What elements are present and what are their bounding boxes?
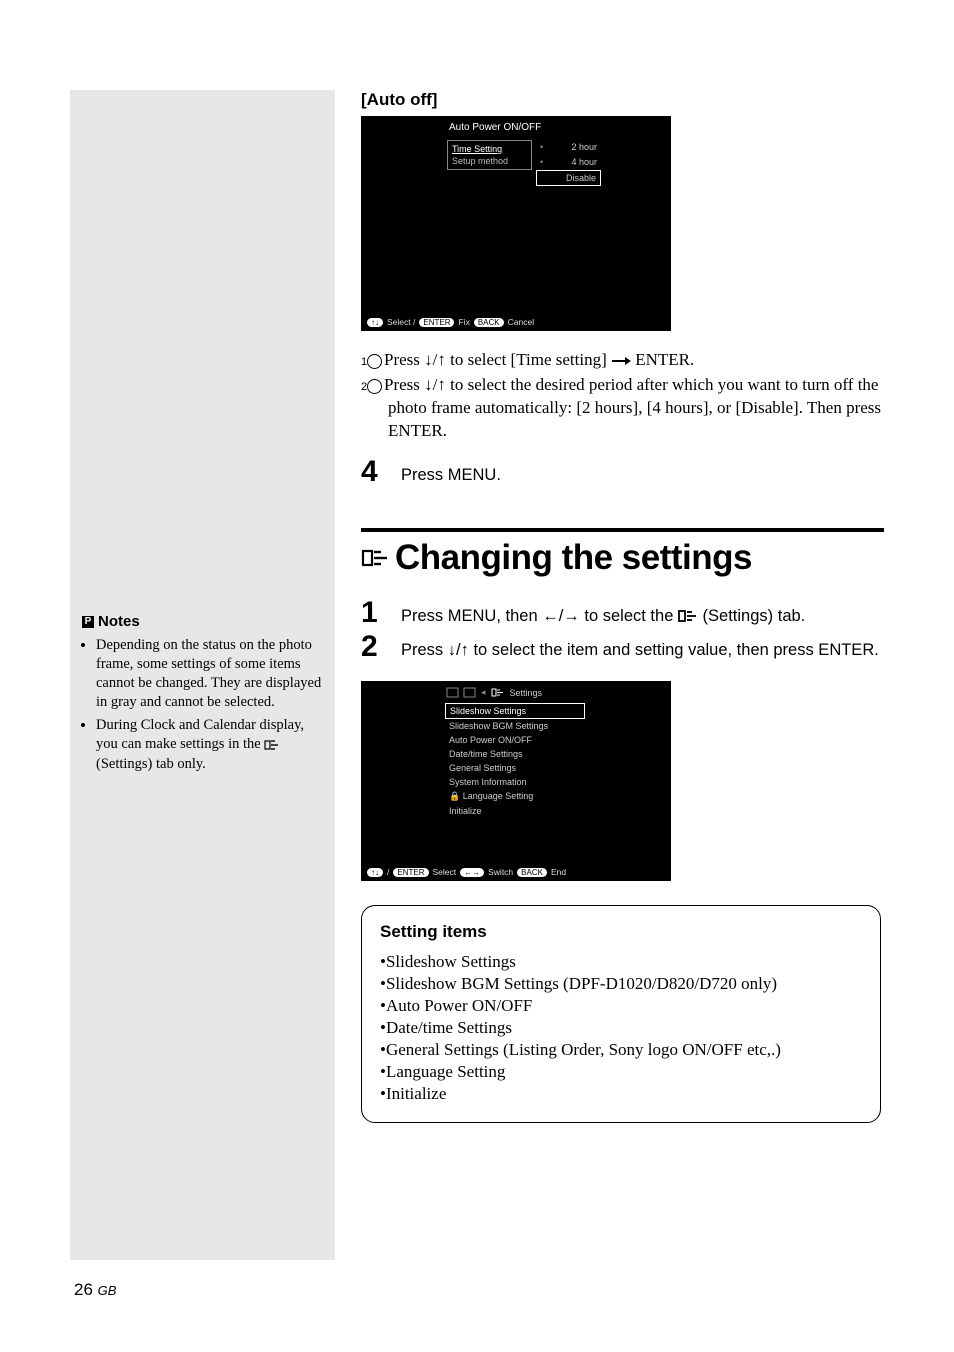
step-1-text: Press MENU, then ←/→ to select the (Sett… [401, 598, 805, 629]
auto-off-heading: [Auto off] [361, 90, 884, 110]
instr2-a: Press [384, 375, 424, 394]
shot1-cancel: Cancel [508, 317, 534, 327]
shot1-options: 2 hour 4 hour Disable [536, 140, 601, 186]
sitem-0: •Slideshow Settings [380, 952, 862, 972]
shot2-tabs: ◂ Settings [447, 687, 542, 698]
shot2-item-4: General Settings [445, 761, 585, 775]
step-2-row: 2 Press ↓/↑ to select the item and setti… [361, 632, 884, 663]
tab-icon-2 [464, 688, 475, 697]
setting-items-heading: Setting items [380, 922, 862, 942]
shot2-switch: Switch [488, 867, 513, 877]
section-divider [361, 528, 884, 532]
instr1-a: Press [384, 350, 424, 369]
shot1-back-pill: BACK [474, 318, 504, 327]
shot1-opt-4h: 4 hour [536, 155, 601, 170]
step-2-num: 2 [361, 632, 385, 662]
sitem-4: •General Settings (Listing Order, Sony l… [380, 1040, 862, 1060]
step2-a: Press [401, 641, 448, 659]
shot1-enter-pill: ENTER [419, 318, 454, 327]
settings-icon [264, 739, 280, 751]
shot2-end: End [551, 867, 566, 877]
circ-1-icon: 1 [367, 354, 382, 369]
shot2-item-1: Slideshow BGM Settings [445, 719, 585, 733]
auto-off-screenshot: Auto Power ON/OFF Time Setting Setup met… [361, 116, 671, 331]
step-4-num: 4 [361, 457, 385, 487]
shot2-item-5: System Information [445, 775, 585, 789]
left-right-arrows-icon: ←/→ [542, 607, 580, 625]
sitem-5: •Language Setting [380, 1062, 862, 1082]
step-1-row: 1 Press MENU, then ←/→ to select the (Se… [361, 598, 884, 629]
shot2-item-7: Initialize [445, 804, 585, 818]
notes-item-1: Depending on the status on the photo fra… [96, 636, 322, 713]
step-4-text: Press MENU. [401, 457, 501, 488]
shot2-arrows-pill: ↑↓ [367, 868, 383, 877]
changing-settings-title: Changing the settings [361, 538, 884, 578]
changing-settings-title-text: Changing the settings [395, 538, 752, 578]
settings-icon-large [361, 547, 389, 569]
instr-1: 1Press ↓/↑ to select [Time setting] ENTE… [367, 349, 884, 372]
shot2-lr-pill: ←→ [460, 868, 484, 877]
shot2-enter-pill: ENTER [393, 868, 428, 877]
shot2-item-2: Auto Power ON/OFF [445, 733, 585, 747]
notes-list: Depending on the status on the photo fra… [82, 636, 322, 774]
notes-heading-text: Notes [98, 612, 140, 632]
notes-heading: P Notes [82, 612, 322, 632]
sitem-1: •Slideshow BGM Settings (DPF-D1020/D820/… [380, 974, 862, 994]
shot2-back-pill: BACK [517, 868, 547, 877]
step-4-row: 4 Press MENU. [361, 457, 884, 488]
shot2-slash: / [387, 867, 389, 877]
shot1-menu: Time Setting Setup method [447, 140, 532, 170]
shot1-title: Auto Power ON/OFF [449, 122, 541, 133]
sidebar-column: P Notes Depending on the status on the p… [70, 90, 335, 1260]
shot1-menu-setup: Setup method [450, 155, 529, 167]
step-1-num: 1 [361, 598, 385, 628]
shot2-select: Select [433, 867, 457, 877]
shot1-select: Select / [387, 317, 415, 327]
sitem-2: •Auto Power ON/OFF [380, 996, 862, 1016]
shot1-opt-2h: 2 hour [536, 140, 601, 155]
step1-a: Press MENU, then [401, 607, 542, 625]
step1-b: to select the [580, 607, 678, 625]
shot2-item-3: Date/time Settings [445, 747, 585, 761]
shot2-bottombar: ↑↓ / ENTER Select ←→ Switch BACK End [367, 867, 566, 877]
main-column: [Auto off] Auto Power ON/OFF Time Settin… [355, 90, 884, 1123]
instr1-c: ENTER. [635, 350, 694, 369]
notes-item-2: During Clock and Calendar display, you c… [96, 716, 322, 773]
note-icon: P [82, 616, 94, 628]
settings-screenshot: ◂ Settings Slideshow Settings Slideshow … [361, 681, 671, 881]
shot2-tabs-label: Settings [510, 688, 543, 698]
circ-2-icon: 2 [367, 379, 382, 394]
shot2-item-6: 🔒 Language Setting [445, 789, 585, 804]
down-up-arrows-icon-2: ↓/↑ [424, 375, 446, 394]
instr2-b: to select the desired period after which… [388, 375, 881, 440]
page-number: 26 [74, 1280, 93, 1299]
setting-items-box: Setting items •Slideshow Settings •Slide… [361, 905, 881, 1123]
shot1-menu-time: Time Setting [450, 143, 529, 155]
step2-b: to select the item and setting value, th… [469, 641, 879, 659]
shot1-bottombar: ↑↓ Select / ENTER Fix BACK Cancel [367, 317, 534, 327]
shot1-arrows-pill: ↑↓ [367, 318, 383, 327]
step-2-text: Press ↓/↑ to select the item and setting… [401, 632, 879, 663]
down-up-arrows-icon-3: ↓/↑ [448, 641, 469, 659]
shot2-menu: Slideshow Settings Slideshow BGM Setting… [445, 703, 585, 818]
page-gb: GB [98, 1283, 117, 1298]
settings-icon-inline [678, 609, 698, 623]
page-footer: 26 GB [70, 1280, 884, 1300]
down-up-arrows-icon: ↓/↑ [424, 350, 446, 369]
sitem-3: •Date/time Settings [380, 1018, 862, 1038]
shot2-item-0: Slideshow Settings [445, 703, 585, 719]
tab-icon-settings [492, 688, 504, 697]
right-arrow-icon [611, 356, 631, 366]
instr-2: 2Press ↓/↑ to select the desired period … [367, 374, 884, 443]
shot1-fix: Fix [458, 317, 469, 327]
instr1-b: to select [Time setting] [446, 350, 611, 369]
notes-block: P Notes Depending on the status on the p… [82, 612, 322, 778]
sitem-6: •Initialize [380, 1084, 862, 1104]
step1-c: (Settings) tab. [703, 607, 806, 625]
tab-icon-1 [447, 688, 458, 697]
shot1-opt-disable: Disable [536, 170, 601, 186]
